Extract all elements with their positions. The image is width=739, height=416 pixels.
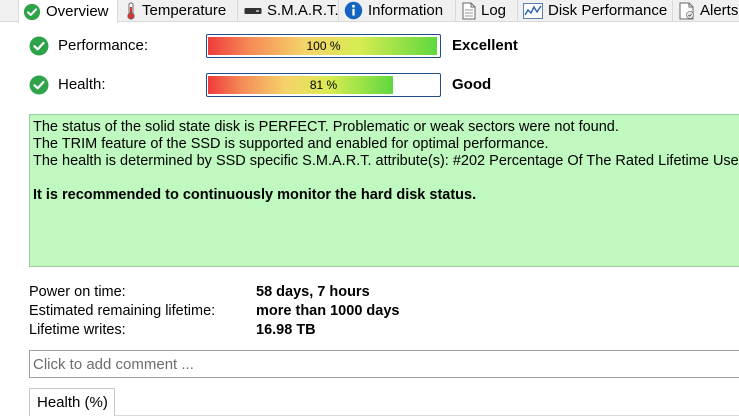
tab-label: Information [368, 1, 444, 19]
status-line-trim: The TRIM feature of the SSD is supported… [33, 136, 549, 152]
tab-overview[interactable]: Overview [18, 0, 118, 23]
performance-verdict: Excellent [452, 37, 518, 54]
tab-smart[interactable]: S.M.A.R.T. [238, 0, 339, 21]
power-on-label: Power on time: [29, 284, 126, 300]
tab-strip: Overview Temperature S.M.A.R.T. Informat… [0, 0, 739, 23]
performance-row: Performance: 100 % Excellent [0, 34, 739, 58]
tab-label: S.M.A.R.T. [267, 1, 339, 19]
health-row: Health: 81 % Good [0, 73, 739, 97]
health-percent: 81 % [309, 78, 338, 92]
tab-label: Temperature [142, 1, 227, 19]
info-icon [344, 1, 363, 20]
app-window: Overview Temperature S.M.A.R.T. Informat… [0, 0, 739, 416]
tab-label: Disk Performance [548, 1, 668, 19]
health-bar: 81 % [206, 73, 441, 97]
lifetime-writes-row: Lifetime writes: 16.98 TB [29, 321, 529, 339]
alerts-icon [679, 2, 695, 20]
remaining-lifetime-value: more than 1000 days [256, 303, 400, 319]
thermometer-icon [125, 2, 137, 20]
tab-log[interactable]: Log [456, 0, 518, 21]
check-circle-icon [23, 3, 41, 21]
tab-label: Alerts [700, 1, 739, 19]
drive-icon [244, 6, 262, 16]
lifetime-writes-label: Lifetime writes: [29, 322, 126, 338]
check-circle-icon [29, 75, 49, 95]
tab-temperature[interactable]: Temperature [118, 0, 238, 21]
power-on-row: Power on time: 58 days, 7 hours [29, 283, 529, 301]
tab-label: Overview [46, 2, 109, 20]
remaining-lifetime-label: Estimated remaining lifetime: [29, 303, 216, 319]
status-recommendation: It is recommended to continuously monito… [33, 187, 477, 203]
comment-input[interactable] [29, 350, 739, 378]
tab-information[interactable]: Information [339, 0, 456, 21]
health-label: Health: [58, 76, 106, 93]
document-icon [462, 2, 476, 20]
performance-label: Performance: [58, 37, 149, 54]
health-verdict: Good [452, 76, 492, 93]
power-on-value: 58 days, 7 hours [256, 284, 370, 300]
performance-bar: 100 % [206, 34, 441, 58]
remaining-lifetime-row: Estimated remaining lifetime: more than … [29, 302, 529, 320]
tab-health-percent[interactable]: Health (%) [29, 388, 115, 416]
performance-percent: 100 % [306, 39, 341, 53]
status-line-health-attribute: The health is determined by SSD specific… [33, 153, 739, 169]
status-line-perfect: The status of the solid state disk is PE… [33, 119, 619, 135]
lifetime-writes-value: 16.98 TB [256, 322, 316, 338]
tab-alerts[interactable]: Alerts [673, 0, 739, 21]
status-message-box: The status of the solid state disk is PE… [29, 114, 739, 267]
graph-icon [523, 2, 543, 19]
tab-label: Log [481, 1, 507, 19]
tab-disk-performance[interactable]: Disk Performance [518, 0, 673, 21]
check-circle-icon [29, 36, 49, 56]
